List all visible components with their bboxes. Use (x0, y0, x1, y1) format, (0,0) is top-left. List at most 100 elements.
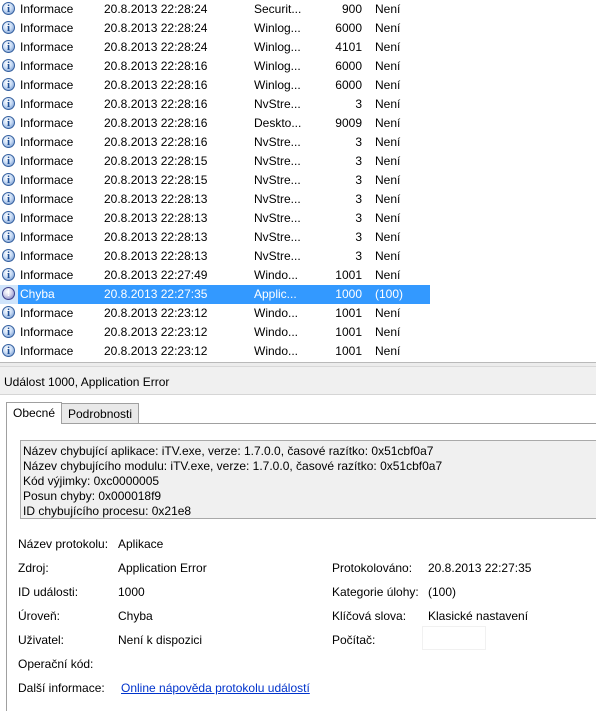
event-row[interactable]: i Informace 20.8.2013 22:28:13 NvStre... 3 Ne… (0, 209, 430, 228)
event-id: 3 (355, 211, 362, 225)
event-row[interactable]: i Informace 20.8.2013 22:28:24 Winlog... 410… (0, 38, 430, 57)
event-row[interactable]: i Informace 20.8.2013 22:28:16 Deskto... 900… (0, 114, 430, 133)
event-row[interactable]: i Informace 20.8.2013 22:23:12 Windo... 1001… (0, 342, 430, 361)
event-id-value: 1000 (118, 585, 145, 599)
event-level: Informace (20, 173, 74, 187)
event-source: NvStre... (254, 154, 301, 168)
detail-title: Událost 1000, Application Error (4, 375, 170, 389)
event-row[interactable]: i Informace 20.8.2013 22:28:16 Winlog... 600… (0, 76, 430, 95)
event-source: Winlog... (254, 59, 301, 73)
event-row[interactable]: i Informace 20.8.2013 22:28:16 NvStre... 3 Ne… (0, 133, 430, 152)
event-id: 3 (355, 230, 362, 244)
info-icon: i (2, 173, 15, 186)
event-date: 20.8.2013 22:23:12 (104, 306, 208, 320)
event-id: 1001 (335, 306, 362, 320)
event-row[interactable]: i Informace 20.8.2013 22:28:15 NvStre... 3 Ne… (0, 152, 430, 171)
event-level: Informace (20, 230, 74, 244)
event-id: 6000 (335, 21, 362, 35)
event-id: 3 (355, 97, 362, 111)
event-row[interactable]: i Informace 20.8.2013 22:23:12 Windo... 1001… (0, 304, 430, 323)
event-source: Windo... (254, 306, 299, 320)
user-value: Není k dispozici (118, 633, 203, 647)
event-date: 20.8.2013 22:28:13 (104, 230, 208, 244)
info-icon: i (2, 40, 15, 53)
event-source: Winlog... (254, 40, 301, 54)
event-level: Informace (20, 192, 74, 206)
event-source: Deskto... (254, 116, 302, 130)
event-row[interactable]: i Informace 20.8.2013 22:28:16 NvStre... 3 Ne… (0, 95, 430, 114)
event-level: Informace (20, 78, 74, 92)
event-list[interactable]: i Informace 20.8.2013 22:28:24 Securit... 90… (0, 0, 596, 362)
detail-header: Událost 1000, Application Error (0, 367, 596, 395)
event-task: Není (375, 192, 401, 206)
tab-general[interactable]: Obecné (6, 402, 63, 424)
event-id: 3 (355, 135, 362, 149)
event-row[interactable]: i Informace 20.8.2013 22:28:15 NvStre... 3 Ne… (0, 171, 430, 190)
event-date: 20.8.2013 22:27:49 (104, 268, 208, 282)
event-level: Informace (20, 59, 74, 73)
event-task: (100) (375, 287, 404, 301)
event-row[interactable]: i Informace 20.8.2013 22:27:49 Windo... 1001… (0, 266, 430, 285)
online-help-link[interactable]: Online nápověda protokolu událostí (121, 681, 310, 695)
event-source: Windo... (254, 268, 299, 282)
event-date: 20.8.2013 22:28:13 (104, 211, 208, 225)
event-level: Chyba (20, 287, 55, 301)
event-date: 20.8.2013 22:28:16 (104, 78, 208, 92)
event-id: 1001 (335, 344, 362, 358)
info-icon: i (2, 78, 15, 91)
event-id: 6000 (335, 59, 362, 73)
event-level: Informace (20, 211, 74, 225)
info-icon: i (2, 154, 15, 167)
event-task: Není (375, 173, 401, 187)
event-row[interactable]: i Informace 20.8.2013 22:28:13 NvStre... 3 Ne… (0, 190, 430, 209)
level-label: Úroveň: (18, 609, 61, 623)
event-level: Informace (20, 306, 74, 320)
event-task: Není (375, 249, 401, 263)
event-row[interactable]: i Informace 20.8.2013 22:28:13 NvStre... 3 Ne… (0, 247, 430, 266)
event-task: Není (375, 135, 401, 149)
event-id: 900 (341, 2, 362, 16)
log-name-label: Název protokolu: (18, 537, 109, 551)
log-name-value: Aplikace (118, 537, 164, 551)
event-source: NvStre... (254, 173, 301, 187)
event-date: 20.8.2013 22:27:35 (104, 287, 208, 301)
event-level: Informace (20, 344, 74, 358)
event-id: 3 (355, 192, 362, 206)
event-level: Informace (20, 135, 74, 149)
keywords-label: Klíčová slova: (332, 609, 407, 623)
event-row[interactable]: i Informace 20.8.2013 22:28:13 NvStre... 3 Ne… (0, 228, 430, 247)
event-row[interactable]: i Informace 20.8.2013 22:28:16 Winlog... 600… (0, 57, 430, 76)
event-level: Informace (20, 325, 74, 339)
event-level: Informace (20, 268, 74, 282)
description-line: ID chybujícího procesu: 0x21e8 (23, 504, 192, 518)
event-task: Není (375, 230, 401, 244)
event-date: 20.8.2013 22:28:16 (104, 59, 208, 73)
event-date: 20.8.2013 22:28:16 (104, 135, 208, 149)
level-value: Chyba (118, 609, 153, 623)
event-id: 6000 (335, 78, 362, 92)
event-row[interactable]: Chyba 20.8.2013 22:27:35 Applic... 1000 (100… (18, 285, 430, 304)
event-date: 20.8.2013 22:23:12 (104, 325, 208, 339)
event-detail-pane: Událost 1000, Application Error Obecné P… (0, 367, 596, 711)
event-description-box[interactable]: Název chybující aplikace: iTV.exe, verze… (20, 440, 596, 519)
logged-label: Protokolováno: (332, 561, 413, 575)
logged-value: 20.8.2013 22:27:35 (428, 561, 532, 575)
event-task: Není (375, 21, 401, 35)
info-icon: i (2, 230, 15, 243)
event-id: 1001 (335, 325, 362, 339)
event-row[interactable]: i Informace 20.8.2013 22:23:12 Windo... 1001… (0, 323, 430, 342)
event-task: Není (375, 97, 401, 111)
event-source: Winlog... (254, 21, 301, 35)
computer-label: Počítač: (332, 633, 376, 647)
event-row[interactable]: i Informace 20.8.2013 22:28:24 Securit... 90… (0, 0, 430, 19)
event-id: 4101 (335, 40, 362, 54)
event-id-label: ID události: (18, 585, 79, 599)
task-category-value: (100) (428, 585, 457, 599)
keywords-value: Klasické nastavení (428, 609, 529, 623)
info-icon: i (2, 211, 15, 224)
info-icon: i (2, 306, 15, 319)
source-label: Zdroj: (18, 561, 49, 575)
event-source: NvStre... (254, 97, 301, 111)
tab-details[interactable]: Podrobnosti (61, 403, 140, 423)
event-row[interactable]: i Informace 20.8.2013 22:28:24 Winlog... 600… (0, 19, 430, 38)
